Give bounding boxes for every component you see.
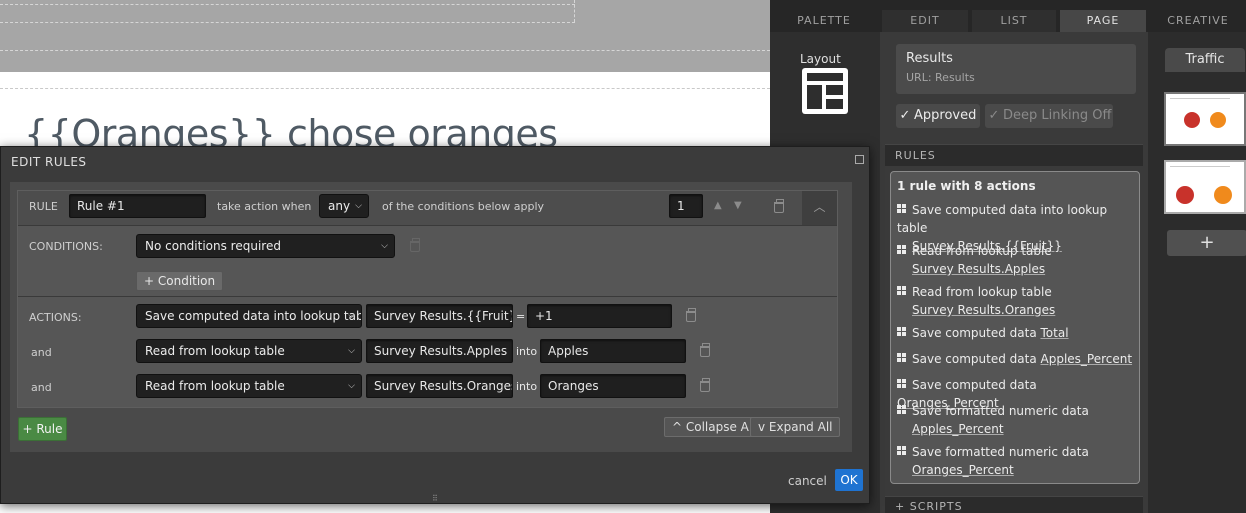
ok-button[interactable]: OK <box>835 469 863 491</box>
delete-action-icon[interactable] <box>686 308 696 322</box>
canvas-guide-line <box>0 50 770 51</box>
grid-icon <box>897 405 906 414</box>
action-type-select[interactable]: Save computed data into lookup table ⌵ <box>136 304 362 328</box>
collapse-rule-button[interactable]: ︿ <box>802 191 837 225</box>
popout-icon[interactable] <box>855 155 864 164</box>
canvas-guide-line <box>0 88 770 89</box>
grid-icon <box>897 204 906 213</box>
scripts-section-header[interactable]: + SCRIPTS <box>885 496 1143 513</box>
approved-toggle[interactable]: ✓ Approved <box>896 104 980 128</box>
page-thumbnail[interactable] <box>1164 92 1246 146</box>
page-url: URL: Results <box>906 71 975 84</box>
deep-linking-toggle[interactable]: ✓ Deep Linking Off <box>985 104 1113 128</box>
orange-image <box>1214 186 1232 204</box>
action-target-input[interactable]: Survey Results.Oranges <box>366 374 513 398</box>
rule-action-item: Save computed data Total <box>897 324 1139 342</box>
delete-rule-icon[interactable] <box>774 199 784 213</box>
action-connector: = <box>516 310 526 323</box>
action-value-input[interactable]: Oranges <box>540 374 686 398</box>
rules-summary-title: 1 rule with 8 actions <box>897 179 1036 193</box>
chevron-down-icon: ⌵ <box>348 381 355 391</box>
grid-icon <box>897 446 906 455</box>
rule-action-item: Save formatted numeric data Apples_Perce… <box>897 402 1139 438</box>
canvas-guide-line <box>574 0 575 22</box>
layout-icon[interactable] <box>802 68 848 114</box>
conditions-label: CONDITIONS: <box>29 240 103 253</box>
tab-creative[interactable]: CREATIVE <box>1150 10 1246 32</box>
rule-action-item: Save computed data Apples_Percent <box>897 350 1139 368</box>
canvas-guide-line <box>0 4 575 5</box>
action-connector: into <box>516 345 538 358</box>
rules-summary-panel[interactable]: 1 rule with 8 actions Save computed data… <box>890 171 1140 484</box>
dialog-title: EDIT RULES <box>11 155 87 169</box>
resize-grip-icon[interactable]: ⠿ <box>432 494 439 503</box>
apple-image <box>1176 186 1194 204</box>
delete-condition-icon[interactable] <box>410 238 420 252</box>
expand-all-button[interactable]: v Expand All <box>750 417 841 437</box>
and-label: and <box>31 381 52 394</box>
rule-name-input[interactable]: Rule #1 <box>69 194 206 218</box>
conditions-apply-text: of the conditions below apply <box>382 200 545 213</box>
chevron-down-icon: ⌵ <box>348 346 355 356</box>
tab-palette[interactable]: PALETTE <box>770 10 878 32</box>
rules-section-header[interactable]: RULES <box>885 144 1143 166</box>
rule-order-input[interactable]: 1 <box>669 194 703 218</box>
add-condition-button[interactable]: + Condition <box>136 271 224 291</box>
action-type-select[interactable]: Read from lookup table ⌵ <box>136 339 362 363</box>
condition-select[interactable]: No conditions required ⌵ <box>136 234 395 258</box>
grid-icon <box>897 353 906 362</box>
actions-label: ACTIONS: <box>29 311 82 324</box>
rule-action-item: Save formatted numeric data Oranges_Perc… <box>897 443 1139 479</box>
chevron-down-icon: ⌵ <box>381 241 388 251</box>
cancel-button[interactable]: cancel <box>788 474 827 488</box>
chevron-down-icon: ⌵ <box>355 201 362 211</box>
traffic-button[interactable]: Traffic <box>1165 48 1245 72</box>
rule-action-item: Read from lookup table Survey Results.Ap… <box>897 242 1139 278</box>
tab-edit[interactable]: EDIT <box>882 10 968 32</box>
page-info-box[interactable]: Results URL: Results <box>896 44 1136 94</box>
add-page-button[interactable]: + <box>1167 230 1246 256</box>
canvas-header-area <box>0 0 770 72</box>
action-type-select[interactable]: Read from lookup table ⌵ <box>136 374 362 398</box>
rule-action-item: Read from lookup table Survey Results.Or… <box>897 283 1139 319</box>
grid-icon <box>897 286 906 295</box>
apple-image <box>1184 112 1200 128</box>
move-down-icon[interactable]: ▼ <box>734 200 742 211</box>
rule-label: RULE <box>29 200 58 213</box>
action-connector: into <box>516 380 538 393</box>
action-value-input[interactable]: Apples <box>540 339 686 363</box>
grid-icon <box>897 327 906 336</box>
orange-image <box>1210 112 1226 128</box>
action-target-input[interactable]: Survey Results.{{Fruit}} <box>366 304 513 328</box>
check-icon: ✓ <box>988 108 1000 123</box>
tab-list[interactable]: LIST <box>972 10 1056 32</box>
page-thumbnail-selected[interactable] <box>1164 160 1246 214</box>
delete-action-icon[interactable] <box>700 378 710 392</box>
action-target-input[interactable]: Survey Results.Apples <box>366 339 513 363</box>
chevron-down-icon: ⌵ <box>348 311 355 321</box>
move-up-icon[interactable]: ▲ <box>714 200 722 211</box>
grid-icon <box>897 245 906 254</box>
add-rule-button[interactable]: + Rule <box>18 417 67 441</box>
collapse-all-button[interactable]: ^ Collapse All <box>664 417 764 437</box>
page-title: Results <box>906 51 953 66</box>
action-value-input[interactable]: +1 <box>527 304 672 328</box>
canvas-guide-line <box>0 22 575 23</box>
grid-icon <box>897 379 906 388</box>
match-mode-select[interactable]: any ⌵ <box>319 194 369 218</box>
and-label: and <box>31 346 52 359</box>
check-icon: ✓ <box>899 108 911 123</box>
tab-page[interactable]: PAGE <box>1060 10 1146 32</box>
take-action-text: take action when <box>217 200 312 213</box>
layout-label: Layout <box>800 52 841 66</box>
delete-action-icon[interactable] <box>700 343 710 357</box>
